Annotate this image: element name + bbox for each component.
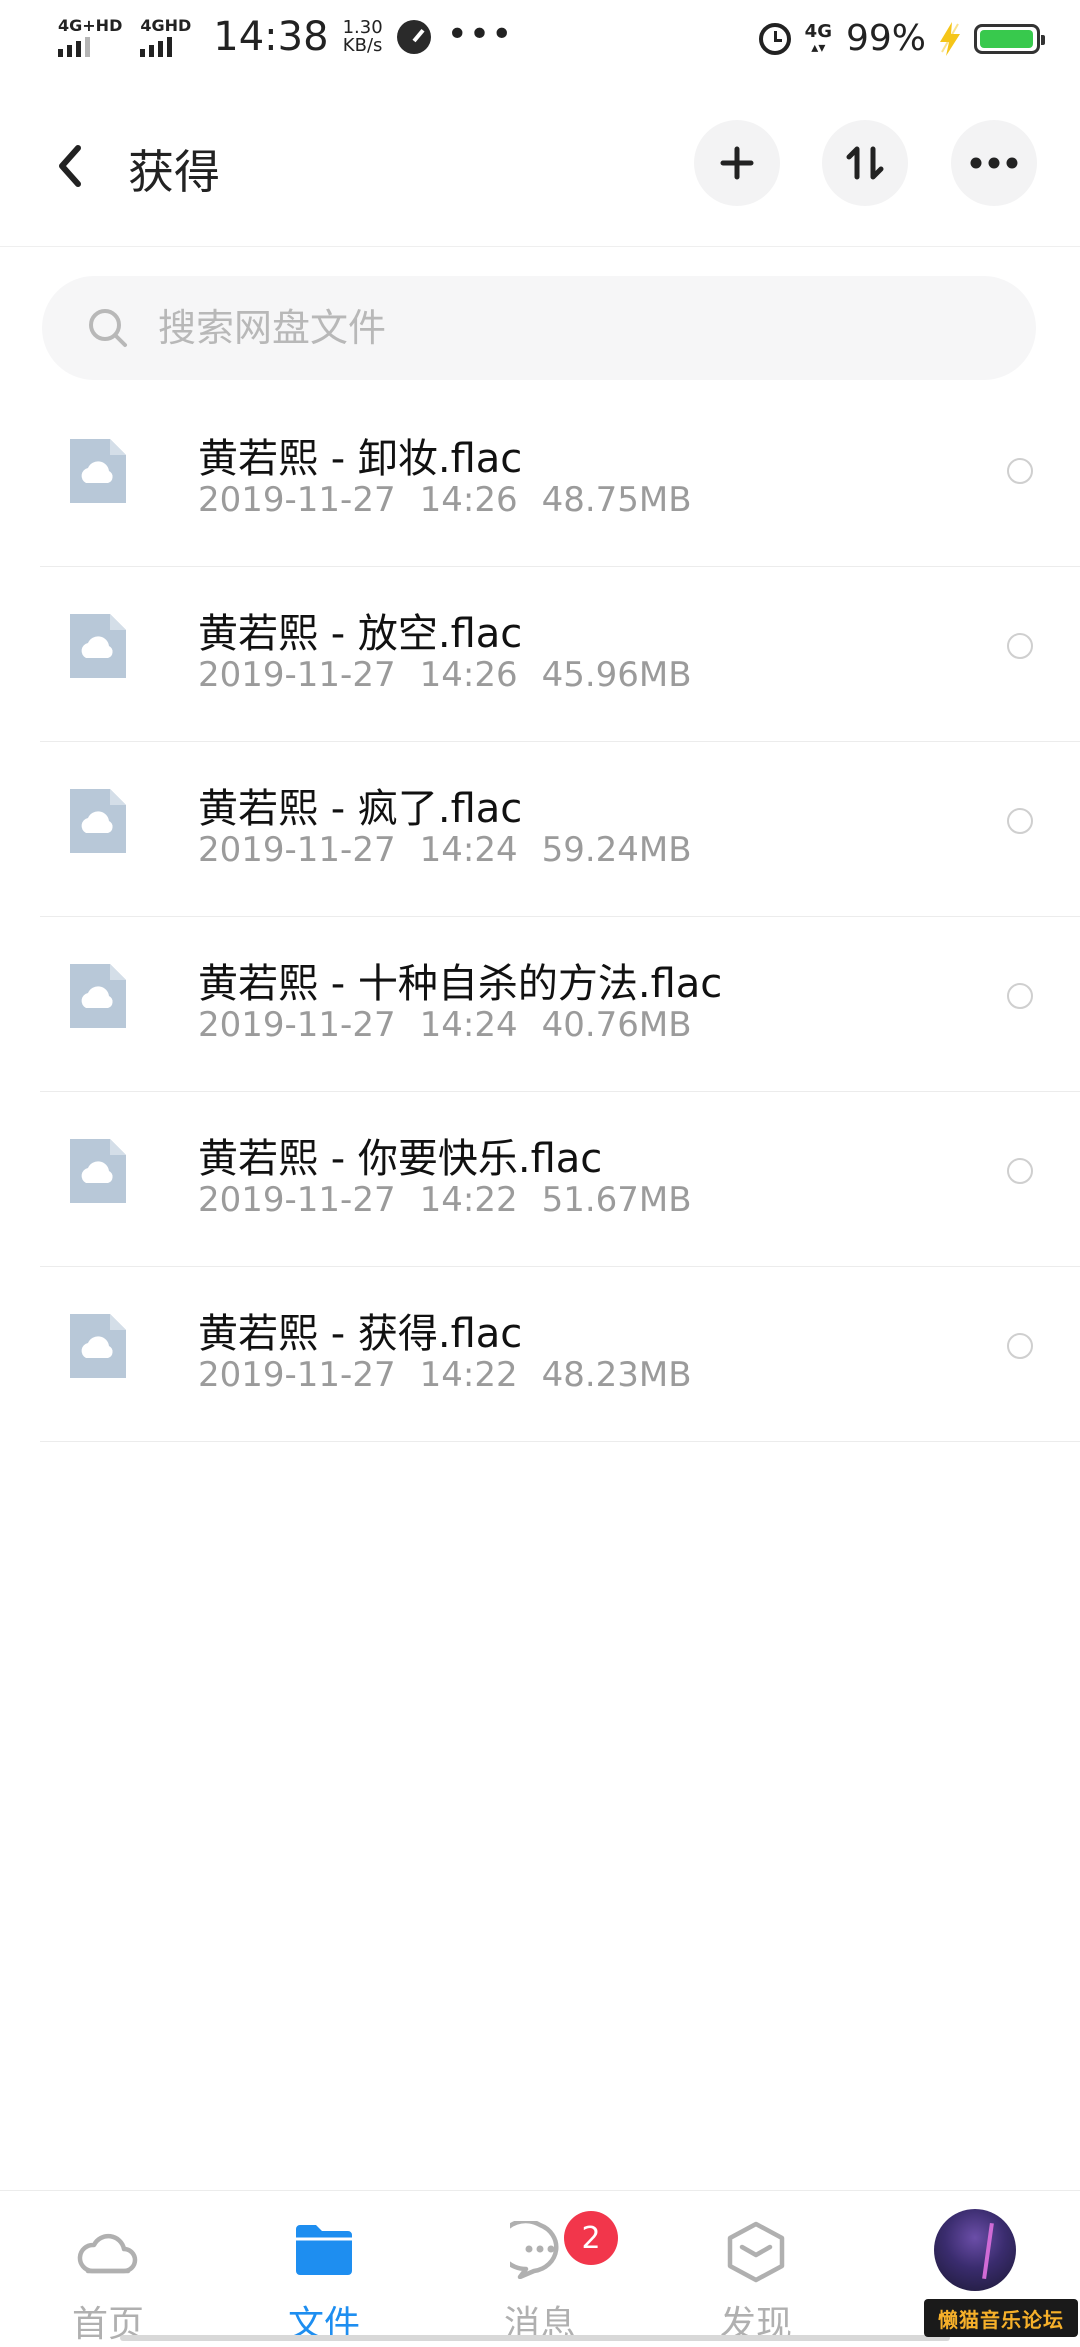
file-row[interactable]: 黄若熙 - 卸妆.flac 2019-11-27 14:26 48.75MB: [0, 392, 1080, 567]
cube-icon: [727, 2221, 785, 2283]
chat-bubble-icon: [510, 2221, 559, 2279]
select-checkbox[interactable]: [1007, 808, 1033, 834]
more-horizontal-icon: [970, 157, 1018, 169]
file-time: 14:24: [419, 830, 518, 870]
network-label-1: 4G+HD: [58, 16, 123, 35]
file-size: 45.96MB: [541, 655, 692, 695]
back-button[interactable]: [48, 138, 94, 194]
file-name: 黄若熙 - 你要快乐.flac: [198, 1136, 603, 1182]
alarm-icon: [758, 22, 791, 55]
status-bar: 4G+HD 4GHD 14:38 1.30 KB/s ••• 4G ▴▾ 99%: [0, 0, 1080, 84]
file-name: 黄若熙 - 获得.flac: [198, 1311, 523, 1357]
avatar: [934, 2209, 1016, 2291]
network-label-2: 4GHD: [140, 16, 192, 35]
battery-percent: 99%: [845, 18, 926, 59]
battery-fill: [980, 29, 1034, 48]
nav-discover[interactable]: 发现: [648, 2191, 864, 2345]
file-size: 59.24MB: [541, 830, 692, 870]
file-meta: 2019-11-27 14:26 48.75MB: [198, 480, 716, 520]
file-date: 2019-11-27: [198, 480, 396, 520]
file-row[interactable]: 黄若熙 - 十种自杀的方法.flac 2019-11-27 14:24 40.76M…: [0, 917, 1080, 1092]
search-input[interactable]: [156, 305, 980, 351]
select-checkbox[interactable]: [1007, 1158, 1033, 1184]
select-checkbox[interactable]: [1007, 1333, 1033, 1359]
nav-messages[interactable]: 2 消息: [432, 2191, 648, 2345]
file-size: 48.75MB: [541, 480, 692, 520]
select-checkbox[interactable]: [1007, 983, 1033, 1009]
file-date: 2019-11-27: [198, 1180, 396, 1220]
battery-icon: [974, 23, 1045, 54]
more-options-button[interactable]: [951, 120, 1037, 206]
file-name: 黄若熙 - 卸妆.flac: [198, 436, 523, 482]
speedometer-icon: [396, 20, 431, 54]
network-indicator-2: 4GHD: [140, 17, 191, 57]
file-meta: 2019-11-27 14:22 48.23MB: [198, 1355, 716, 1395]
add-button[interactable]: [694, 120, 780, 206]
file-cloud-icon: [70, 789, 126, 853]
file-size: 51.67MB: [541, 1180, 692, 1220]
cloud-icon: [77, 2233, 138, 2274]
message-badge: 2: [564, 2211, 618, 2265]
status-right: 4G ▴▾ 99%: [758, 18, 1045, 59]
select-checkbox[interactable]: [1007, 458, 1033, 484]
file-size: 40.76MB: [541, 1005, 692, 1045]
file-cloud-icon: [70, 439, 126, 503]
signal-bars-icon: [58, 37, 90, 57]
file-name: 黄若熙 - 十种自杀的方法.flac: [198, 961, 723, 1007]
file-date: 2019-11-27: [198, 1005, 396, 1045]
folder-icon: [296, 2225, 352, 2275]
file-meta: 2019-11-27 14:24 59.24MB: [198, 830, 716, 870]
chevron-left-icon: [59, 145, 81, 187]
select-checkbox[interactable]: [1007, 633, 1033, 659]
signal-bars-icon: [140, 37, 173, 57]
file-date: 2019-11-27: [198, 830, 396, 870]
file-name: 黄若熙 - 疯了.flac: [198, 786, 523, 832]
search-bar[interactable]: [42, 276, 1036, 380]
file-time: 14:26: [419, 480, 518, 520]
charging-bolt-icon: [940, 21, 960, 56]
app-header: 获得: [0, 84, 1080, 247]
file-meta: 2019-11-27 14:24 40.76MB: [198, 1005, 716, 1045]
file-row[interactable]: 黄若熙 - 你要快乐.flac 2019-11-27 14:22 51.67MB: [0, 1092, 1080, 1267]
file-date: 2019-11-27: [198, 655, 396, 695]
data-arrows-icon: ▴▾: [811, 39, 826, 56]
file-row[interactable]: 黄若熙 - 疯了.flac 2019-11-27 14:24 59.24MB: [0, 742, 1080, 917]
network-indicator-1: 4G+HD: [58, 17, 122, 57]
file-time: 14:22: [419, 1355, 518, 1395]
nav-files[interactable]: 文件: [216, 2191, 432, 2345]
file-time: 14:22: [419, 1180, 518, 1220]
file-meta: 2019-11-27 14:22 51.67MB: [198, 1180, 716, 1220]
network-indicator-right: 4G ▴▾: [804, 20, 832, 56]
file-row[interactable]: 黄若熙 - 获得.flac 2019-11-27 14:22 48.23MB: [0, 1267, 1080, 1442]
speed-unit: KB/s: [342, 35, 383, 56]
status-left: 4G+HD 4GHD 14:38 1.30 KB/s •••: [58, 14, 513, 60]
status-more-icon: •••: [446, 13, 514, 55]
file-date: 2019-11-27: [198, 1355, 396, 1395]
file-meta: 2019-11-27 14:26 45.96MB: [198, 655, 716, 695]
file-row[interactable]: 黄若熙 - 放空.flac 2019-11-27 14:26 45.96MB: [0, 567, 1080, 742]
clock: 14:38: [213, 14, 329, 60]
network-label-right: 4G: [804, 20, 832, 42]
file-list: 黄若熙 - 卸妆.flac 2019-11-27 14:26 48.75MB 黄若熙…: [0, 392, 1080, 1442]
file-time: 14:24: [419, 1005, 518, 1045]
file-name: 黄若熙 - 放空.flac: [198, 611, 523, 657]
sort-button[interactable]: [822, 120, 908, 206]
sort-icon: [846, 146, 884, 180]
nav-home[interactable]: 首页: [0, 2191, 216, 2345]
search-icon: [89, 309, 127, 347]
file-cloud-icon: [70, 1139, 126, 1203]
bottom-navigation: 首页 文件 2 消息 发现 懒猫音乐论坛: [0, 2190, 1080, 2345]
plus-icon: [720, 146, 754, 180]
scroll-indicator: [120, 2335, 950, 2341]
file-size: 48.23MB: [541, 1355, 692, 1395]
file-time: 14:26: [419, 655, 518, 695]
divider: [40, 1441, 1080, 1442]
file-cloud-icon: [70, 1314, 126, 1378]
file-cloud-icon: [70, 964, 126, 1028]
network-speed: 1.30 KB/s: [343, 19, 383, 55]
watermark-badge: 懒猫音乐论坛: [924, 2299, 1078, 2337]
file-cloud-icon: [70, 614, 126, 678]
page-title: 获得: [128, 145, 220, 199]
